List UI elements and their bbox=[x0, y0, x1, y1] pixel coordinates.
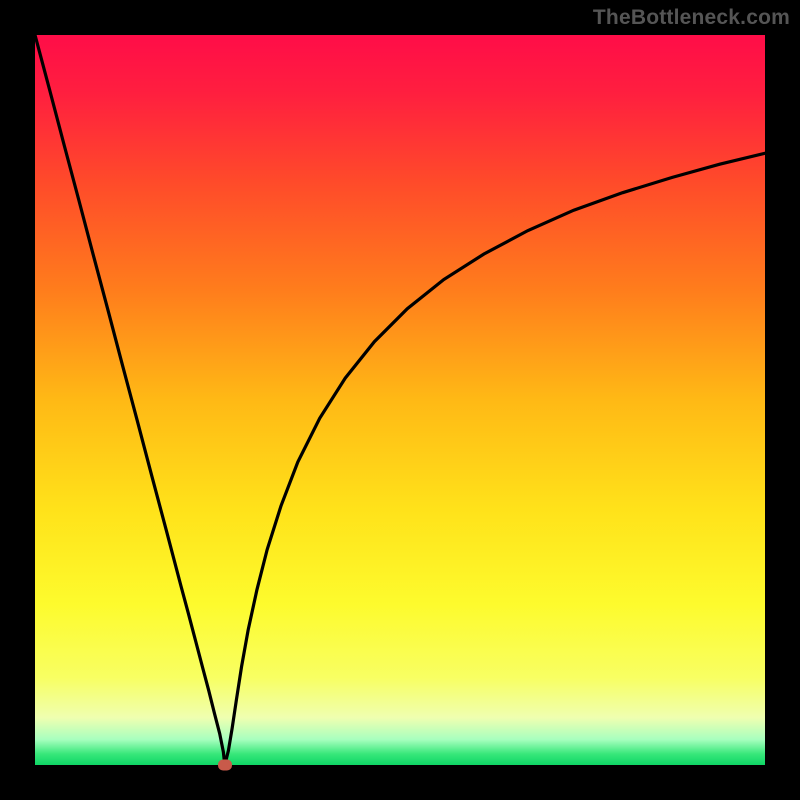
chart-background bbox=[35, 35, 765, 765]
min-point-marker bbox=[218, 760, 232, 771]
chart-frame bbox=[35, 35, 765, 765]
attribution-text: TheBottleneck.com bbox=[593, 6, 790, 30]
chart-plot bbox=[35, 35, 765, 765]
